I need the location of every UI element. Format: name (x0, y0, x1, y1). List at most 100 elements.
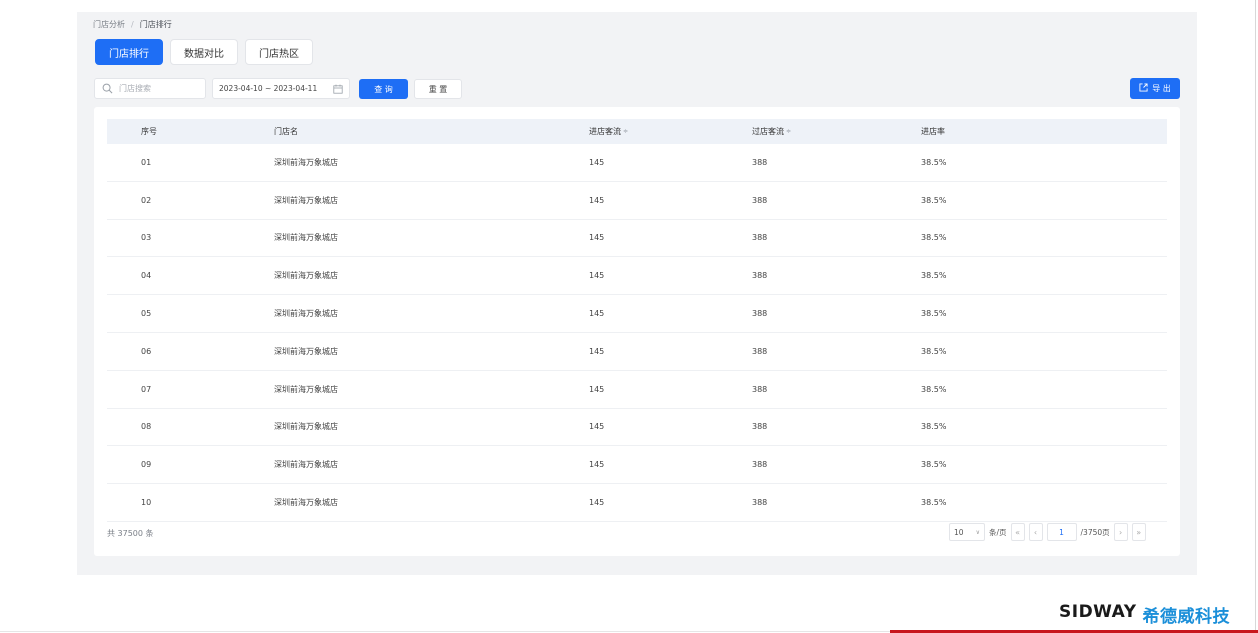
prev-page-button[interactable]: ‹ (1028, 523, 1043, 541)
cell-passby-traffic: 388 (752, 460, 768, 470)
store-search-field[interactable] (94, 78, 206, 99)
cell-index: 03 (141, 233, 152, 243)
page-size-value: 10 (954, 527, 964, 537)
breadcrumb: 门店分析 / 门店排行 (93, 17, 172, 31)
cell-entry-traffic: 145 (589, 157, 605, 167)
cell-index: 02 (141, 195, 152, 205)
cell-passby-traffic: 388 (752, 384, 768, 394)
cell-passby-traffic: 388 (752, 346, 768, 356)
cell-index: 08 (141, 422, 152, 432)
brand-name-cn: 希德威科技 (1142, 607, 1231, 627)
cell-store-name: 深圳前海万象城店 (274, 233, 338, 243)
column-header-entry-rate: 进店率 (921, 127, 945, 136)
date-range-value: 2023-04-10 ~ 2023-04-11 (219, 84, 318, 93)
cell-passby-traffic: 388 (752, 195, 768, 205)
cell-index: 07 (141, 384, 152, 394)
cell-passby-traffic: 388 (752, 233, 768, 243)
export-icon (1139, 83, 1148, 94)
cell-passby-traffic: 388 (752, 498, 768, 508)
table-body: 01 深圳前海万象城店 145 388 38.5% 02 深圳前海万象城店 14… (107, 144, 1167, 522)
cell-entry-rate: 38.5% (921, 195, 947, 205)
cell-store-name: 深圳前海万象城店 (274, 346, 338, 356)
sort-icon[interactable]: ≑ (786, 128, 791, 135)
page-size-unit: 条/页 (989, 527, 1007, 537)
last-page-button[interactable]: » (1131, 523, 1146, 541)
table-row[interactable]: 06 深圳前海万象城店 145 388 38.5% (107, 333, 1167, 371)
export-label: 导 出 (1152, 84, 1171, 93)
tab-store-ranking[interactable]: 门店排行 (95, 39, 163, 65)
cell-entry-rate: 38.5% (921, 460, 947, 470)
cell-entry-rate: 38.5% (921, 384, 947, 394)
cell-passby-traffic: 388 (752, 271, 768, 281)
cell-entry-rate: 38.5% (921, 346, 947, 356)
cell-store-name: 深圳前海万象城店 (274, 460, 338, 470)
first-page-button[interactable]: « (1010, 523, 1025, 541)
next-page-button[interactable]: › (1113, 523, 1128, 541)
pagination: 10 ∨ 条/页 « ‹ 1 /3750页 › » (949, 523, 1146, 541)
tab-bar: 门店排行 数据对比 门店热区 (95, 39, 313, 65)
column-header-entry-traffic[interactable]: 进店客流 ≑ (589, 119, 628, 144)
cell-store-name: 深圳前海万象城店 (274, 271, 338, 281)
cell-entry-traffic: 145 (589, 309, 605, 319)
cell-entry-rate: 38.5% (921, 309, 947, 319)
table-row[interactable]: 08 深圳前海万象城店 145 388 38.5% (107, 409, 1167, 447)
search-icon (102, 79, 113, 98)
reset-button[interactable]: 重 置 (414, 79, 462, 99)
table-row[interactable]: 01 深圳前海万象城店 145 388 38.5% (107, 144, 1167, 182)
cell-entry-traffic: 145 (589, 422, 605, 432)
query-button[interactable]: 查 询 (359, 79, 408, 99)
table-row[interactable]: 10 深圳前海万象城店 145 388 38.5% (107, 484, 1167, 522)
table-row[interactable]: 07 深圳前海万象城店 145 388 38.5% (107, 371, 1167, 409)
cell-store-name: 深圳前海万象城店 (274, 498, 338, 508)
cell-entry-rate: 38.5% (921, 422, 947, 432)
main-panel: 门店分析 / 门店排行 门店排行 数据对比 门店热区 2023-04-10 ~ … (77, 12, 1197, 575)
cell-store-name: 深圳前海万象城店 (274, 195, 338, 205)
table-row[interactable]: 09 深圳前海万象城店 145 388 38.5% (107, 446, 1167, 485)
breadcrumb-current: 门店排行 (139, 19, 172, 29)
sort-icon[interactable]: ≑ (623, 128, 628, 135)
table-row[interactable]: 03 深圳前海万象城店 145 388 38.5% (107, 220, 1167, 258)
cell-entry-traffic: 145 (589, 233, 605, 243)
brand-logo: SIDWAY 希德威科技 (1059, 602, 1230, 627)
cell-entry-rate: 38.5% (921, 271, 947, 281)
cell-passby-traffic: 388 (752, 157, 768, 167)
table-row[interactable]: 04 深圳前海万象城店 145 388 38.5% (107, 257, 1167, 296)
breadcrumb-separator: / (131, 19, 134, 29)
page-size-select[interactable]: 10 ∨ (949, 523, 985, 541)
cell-entry-rate: 38.5% (921, 233, 947, 243)
breadcrumb-parent[interactable]: 门店分析 (93, 19, 125, 30)
cell-index: 10 (141, 498, 152, 508)
cell-entry-traffic: 145 (589, 271, 605, 281)
cell-index: 04 (141, 271, 152, 281)
date-range-picker[interactable]: 2023-04-10 ~ 2023-04-11 (212, 78, 350, 99)
cell-index: 06 (141, 346, 152, 356)
tab-data-comparison[interactable]: 数据对比 (170, 39, 238, 65)
brand-name-en: SIDWAY (1059, 602, 1137, 622)
cell-passby-traffic: 388 (752, 309, 768, 319)
cell-entry-traffic: 145 (589, 346, 605, 356)
cell-index: 05 (141, 309, 152, 319)
total-count: 共 37500 条 (107, 529, 154, 538)
cell-store-name: 深圳前海万象城店 (274, 384, 338, 394)
calendar-icon (333, 84, 343, 94)
cell-store-name: 深圳前海万象城店 (274, 309, 338, 319)
cell-store-name: 深圳前海万象城店 (274, 422, 338, 432)
cell-passby-traffic: 388 (752, 422, 768, 432)
tab-store-heatmap[interactable]: 门店热区 (245, 39, 313, 65)
page-number-input[interactable]: 1 (1046, 523, 1077, 541)
table-row[interactable]: 02 深圳前海万象城店 145 388 38.5% (107, 182, 1167, 220)
cell-entry-traffic: 145 (589, 460, 605, 470)
export-button[interactable]: 导 出 (1130, 78, 1180, 99)
total-pages: /3750页 (1080, 527, 1110, 537)
store-search-input[interactable] (119, 84, 204, 93)
column-header-passby-traffic[interactable]: 过店客流 ≑ (752, 119, 791, 144)
chevron-down-icon: ∨ (975, 528, 980, 536)
cell-entry-traffic: 145 (589, 498, 605, 508)
table-row[interactable]: 05 深圳前海万象城店 145 388 38.5% (107, 295, 1167, 333)
cell-store-name: 深圳前海万象城店 (274, 157, 338, 167)
cell-index: 09 (141, 460, 152, 470)
cell-index: 01 (141, 157, 152, 167)
column-header-index: 序号 (141, 127, 157, 136)
right-divider (1255, 0, 1256, 630)
cell-entry-rate: 38.5% (921, 157, 947, 167)
